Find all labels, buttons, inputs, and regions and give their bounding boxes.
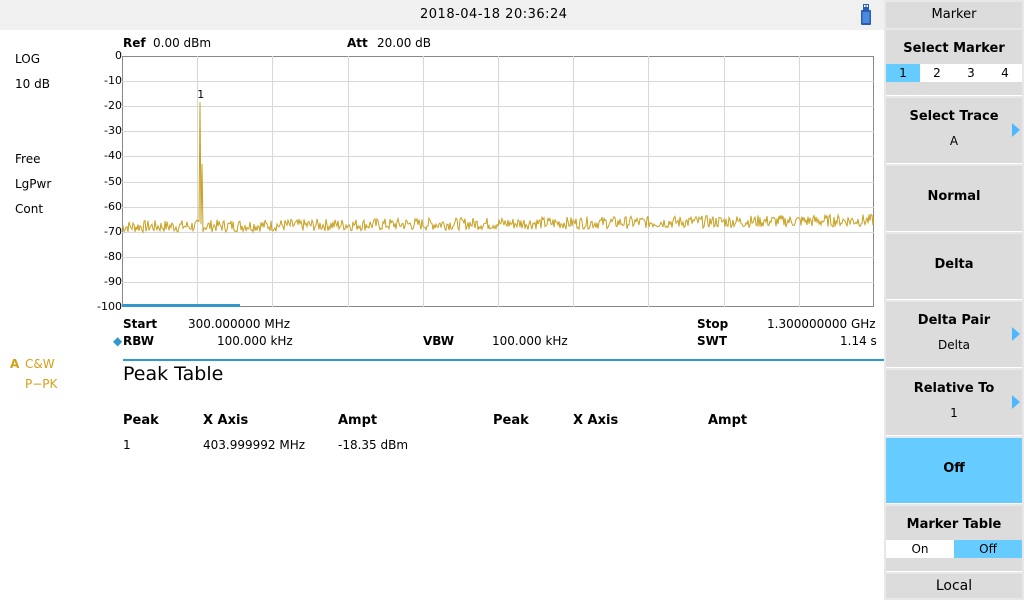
- menu-title: Marker: [886, 2, 1022, 28]
- marker-option-4[interactable]: 4: [988, 64, 1022, 82]
- header-x-axis: X Axis: [203, 413, 249, 428]
- stop-label: Stop: [697, 317, 729, 331]
- marker-table-button[interactable]: Marker Table On Off: [886, 506, 1022, 572]
- sweep-progress-bar: [122, 304, 240, 307]
- start-value: 300.000000 MHz: [188, 317, 291, 331]
- header-ampt-2: Ampt: [708, 413, 748, 428]
- header-x-axis-2: X Axis: [573, 413, 619, 428]
- att-value: 20.00 dB: [377, 36, 432, 50]
- chevron-right-icon: [1012, 327, 1020, 341]
- usb-icon: [861, 4, 871, 25]
- select-marker-label: Select Marker: [903, 41, 1005, 56]
- y-tick-label: -60: [104, 199, 122, 213]
- header-ampt: Ampt: [338, 413, 378, 428]
- marker-label: 1: [197, 88, 204, 101]
- y-tick-label: -30: [104, 124, 122, 138]
- marker-table-on[interactable]: On: [886, 540, 954, 558]
- row-ampt: -18.35 dBm: [338, 438, 409, 452]
- status-bar: 2018-04-18 20:36:24: [0, 0, 884, 30]
- average-type: LgPwr: [15, 177, 52, 191]
- y-tick-label: -100: [97, 300, 122, 313]
- swt-label: SWT: [697, 334, 728, 348]
- marker-table-label: Marker Table: [906, 517, 1002, 532]
- trace-id: A: [10, 357, 20, 371]
- divider: [123, 359, 884, 361]
- peak-table-title: Peak Table: [123, 363, 224, 385]
- y-tick-label: -90: [104, 274, 122, 288]
- rbw-value: 100.000 kHz: [217, 334, 293, 348]
- y-tick-label: -10: [104, 74, 122, 88]
- y-tick-label: -70: [104, 224, 122, 238]
- marker-option-1[interactable]: 1: [886, 64, 920, 82]
- diamond-icon: ◆: [113, 334, 123, 348]
- swt-value: 1.14 s: [840, 334, 877, 348]
- att-label: Att: [347, 36, 368, 50]
- delta-pair-value: Delta: [937, 338, 970, 352]
- marker-option-3[interactable]: 3: [954, 64, 988, 82]
- ref-label: Ref: [123, 36, 146, 50]
- relative-to-label: Relative To: [913, 381, 995, 396]
- chevron-right-icon: [1012, 123, 1020, 137]
- stop-value: 1.300000000 GHz: [767, 317, 876, 331]
- row-x-axis: 403.999992 MHz: [203, 438, 306, 452]
- select-trace-label: Select Trace: [909, 109, 999, 124]
- plot-grid: [122, 56, 874, 307]
- start-label: Start: [123, 317, 158, 331]
- ref-value: 0.00 dBm: [153, 36, 212, 50]
- off-label: Off: [943, 461, 965, 476]
- softkey-panel: Marker Select Marker 1 2 3 4 Select Trac…: [884, 0, 1024, 600]
- delta-label: Delta: [934, 257, 974, 272]
- normal-button[interactable]: Normal: [886, 166, 1022, 232]
- delta-button[interactable]: Delta: [886, 234, 1022, 300]
- delta-pair-button[interactable]: Delta Pair Delta: [886, 302, 1022, 368]
- y-tick-label: 0: [115, 49, 122, 62]
- header-peak-2: Peak: [493, 413, 529, 428]
- header-peak: Peak: [123, 413, 159, 428]
- y-tick-label: -40: [104, 149, 122, 163]
- trigger-mode: Free: [15, 152, 41, 166]
- select-marker-button[interactable]: Select Marker 1 2 3 4: [886, 30, 1022, 96]
- sweep-mode: Cont: [15, 202, 44, 216]
- vbw-value: 100.000 kHz: [492, 334, 568, 348]
- row-peak: 1: [123, 438, 131, 452]
- off-button[interactable]: Off: [886, 438, 1022, 504]
- scale-mode: LOG: [15, 52, 41, 66]
- detector-mode: P−PK: [25, 377, 58, 391]
- select-trace-value: A: [949, 134, 959, 148]
- select-trace-button[interactable]: Select Trace A: [886, 98, 1022, 164]
- scale-div: 10 dB: [15, 77, 50, 91]
- relative-to-button[interactable]: Relative To 1: [886, 370, 1022, 436]
- y-tick-label: -50: [104, 174, 122, 188]
- trace-mode: C&W: [25, 357, 55, 371]
- vbw-label: VBW: [423, 334, 455, 348]
- chevron-right-icon: [1012, 395, 1020, 409]
- delta-pair-label: Delta Pair: [917, 313, 991, 328]
- y-tick-label: -20: [104, 99, 122, 113]
- local-button[interactable]: Local: [886, 574, 1022, 598]
- normal-label: Normal: [927, 189, 981, 204]
- date-time: 2018-04-18 20:36:24: [420, 7, 568, 22]
- rbw-label: RBW: [123, 334, 154, 348]
- marker-option-2[interactable]: 2: [920, 64, 954, 82]
- spectrum-plot: 1: [122, 56, 874, 307]
- y-tick-label: -80: [104, 249, 122, 263]
- relative-to-value: 1: [950, 406, 958, 420]
- marker-table-off[interactable]: Off: [954, 540, 1022, 558]
